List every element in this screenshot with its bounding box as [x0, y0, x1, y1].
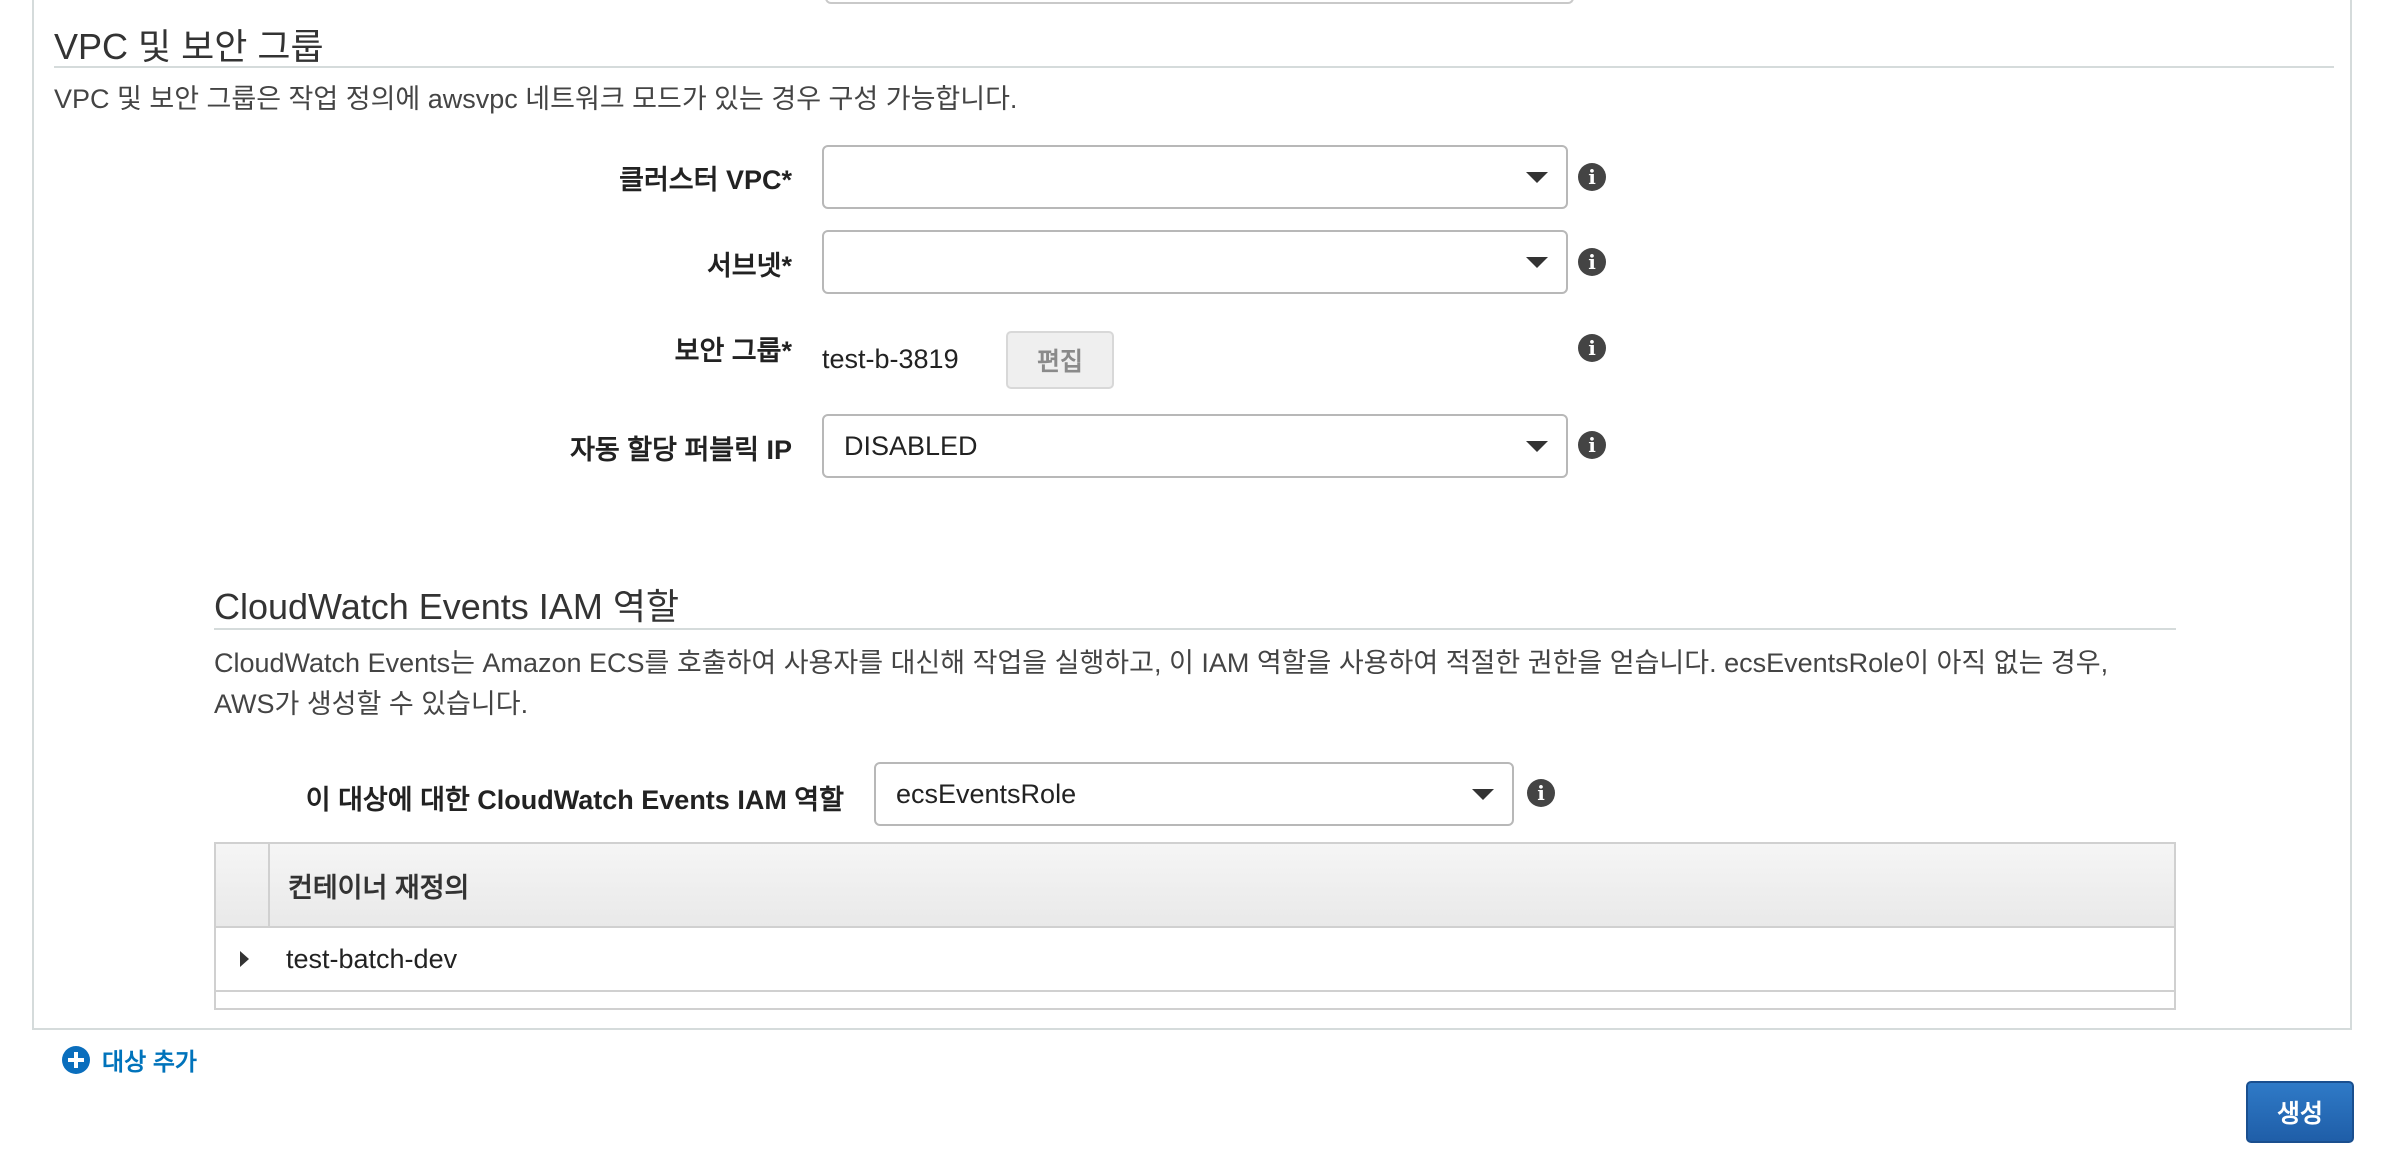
edit-security-group-button[interactable]: 편집: [1006, 331, 1114, 389]
iam-role-value: ecsEventsRole: [896, 778, 1077, 809]
public-ip-select[interactable]: DISABLED: [822, 414, 1568, 478]
info-icon[interactable]: i: [1578, 163, 1606, 191]
table-header: 컨테이너 재정의: [216, 844, 2174, 928]
iam-description-line2: AWS가 생성할 수 있습니다.: [214, 689, 529, 719]
container-name: test-batch-dev: [286, 943, 458, 974]
security-group-label: 보안 그룹*: [674, 336, 792, 366]
table-header-spacer: [216, 844, 270, 926]
vpc-section-divider: [54, 66, 2334, 68]
chevron-down-icon: [1472, 789, 1494, 800]
column-header-container-overrides: 컨테이너 재정의: [288, 872, 470, 903]
chevron-down-icon: [1526, 257, 1548, 268]
add-target-label: 대상 추가: [102, 1049, 197, 1076]
iam-role-select[interactable]: ecsEventsRole: [874, 762, 1514, 826]
cluster-vpc-select[interactable]: [822, 145, 1568, 209]
info-icon[interactable]: i: [1578, 334, 1606, 362]
cluster-vpc-label: 클러스터 VPC*: [619, 165, 792, 195]
info-icon[interactable]: i: [1527, 779, 1555, 807]
previous-select-edge: [825, 0, 1574, 4]
container-overrides-table: 컨테이너 재정의 test-batch-dev: [214, 842, 2176, 1010]
chevron-down-icon: [1526, 172, 1548, 183]
create-button[interactable]: 생성: [2246, 1081, 2354, 1143]
add-target-link[interactable]: 대상 추가: [62, 1042, 197, 1077]
vpc-section-title: VPC 및 보안 그룹: [54, 26, 324, 67]
info-icon[interactable]: i: [1578, 248, 1606, 276]
security-group-value: test-b-3819: [822, 344, 959, 374]
public-ip-value: DISABLED: [844, 430, 978, 461]
public-ip-label: 자동 할당 퍼블릭 IP: [570, 435, 792, 465]
subnet-label: 서브넷*: [706, 251, 792, 281]
iam-role-label: 이 대상에 대한 CloudWatch Events IAM 역할: [305, 785, 844, 815]
iam-section-title: CloudWatch Events IAM 역할: [214, 586, 680, 627]
iam-description-line1: CloudWatch Events는 Amazon ECS를 호출하여 사용자를…: [214, 648, 2109, 678]
iam-section-divider: [214, 628, 2176, 630]
info-icon[interactable]: i: [1578, 431, 1606, 459]
caret-right-icon[interactable]: [240, 951, 249, 967]
chevron-down-icon: [1526, 441, 1548, 452]
subnet-select[interactable]: [822, 230, 1568, 294]
vpc-section-description: VPC 및 보안 그룹은 작업 정의에 awsvpc 네트워크 모드가 있는 경…: [54, 84, 1018, 114]
plus-circle-icon: [62, 1045, 90, 1074]
table-row[interactable]: test-batch-dev: [216, 928, 2174, 992]
